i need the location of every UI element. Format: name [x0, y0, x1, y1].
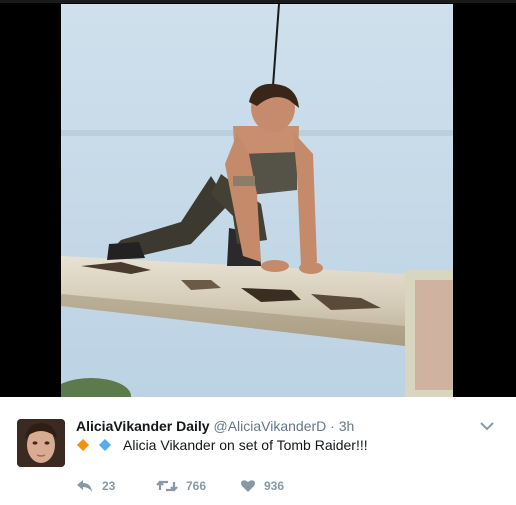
- tweet-timestamp[interactable]: 3h: [339, 418, 355, 434]
- retweet-button[interactable]: 766: [156, 477, 206, 495]
- tweet-photo[interactable]: [61, 4, 453, 397]
- retweet-count: 766: [186, 479, 207, 493]
- reply-count: 23: [102, 479, 116, 493]
- chevron-down-icon[interactable]: [480, 421, 494, 431]
- like-button[interactable]: 936: [240, 477, 284, 495]
- like-count: 936: [264, 479, 285, 493]
- avatar-image: [17, 419, 65, 467]
- tweet-media[interactable]: [0, 0, 516, 397]
- reply-button[interactable]: 23: [76, 477, 115, 495]
- orange-diamond-icon: [77, 439, 89, 451]
- tweet-text: Alicia Vikander on set of Tomb Raider!!!: [123, 437, 368, 453]
- tweet[interactable]: AliciaVikander Daily @AliciaVikanderD · …: [0, 397, 516, 505]
- heart-icon: [241, 480, 255, 492]
- author-name[interactable]: AliciaVikander Daily: [76, 418, 210, 434]
- separator-dot: ·: [330, 418, 335, 434]
- avatar[interactable]: [17, 419, 65, 467]
- tweet-text-line: Alicia Vikander on set of Tomb Raider!!!: [76, 437, 368, 453]
- tweet-header: AliciaVikander Daily @AliciaVikanderD · …: [76, 418, 354, 434]
- media-top-border: [0, 0, 516, 3]
- author-handle[interactable]: @AliciaVikanderD: [213, 418, 326, 434]
- retweet-icon: [156, 480, 178, 492]
- blue-diamond-icon: [98, 439, 111, 451]
- reply-icon: [77, 480, 92, 492]
